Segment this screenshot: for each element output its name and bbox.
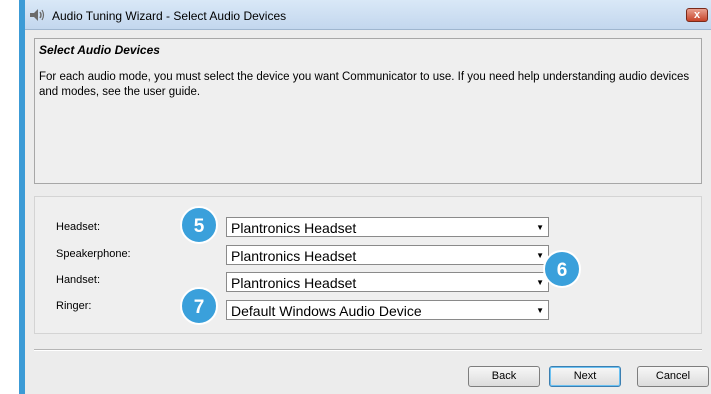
page-title: Select Audio Devices <box>39 43 160 57</box>
close-icon: x <box>693 9 701 21</box>
speakerphone-label: Speakerphone: <box>56 248 131 260</box>
handset-select[interactable]: Plantronics Headset ▼ <box>226 272 549 292</box>
callout-badge-5: 5 <box>180 206 218 244</box>
speakerphone-select[interactable]: Plantronics Headset ▼ <box>226 245 549 265</box>
chevron-down-icon: ▼ <box>536 223 544 232</box>
speakerphone-select-value: Plantronics Headset <box>231 248 357 264</box>
callout-badge-7: 7 <box>180 287 218 325</box>
headset-label: Headset: <box>56 221 101 233</box>
ringer-select[interactable]: Default Windows Audio Device ▼ <box>226 300 549 320</box>
handset-label: Handset: <box>56 274 101 286</box>
audio-tuning-wizard-window: Audio Tuning Wizard - Select Audio Devic… <box>19 0 711 394</box>
handset-select-value: Plantronics Headset <box>231 275 357 291</box>
chevron-down-icon: ▼ <box>536 306 544 315</box>
back-button[interactable]: Back <box>468 366 540 387</box>
audio-devices-panel: Headset: Plantronics Headset ▼ Speakerph… <box>34 196 702 334</box>
title-bar[interactable]: Audio Tuning Wizard - Select Audio Devic… <box>25 0 711 30</box>
ringer-select-value: Default Windows Audio Device <box>231 303 422 319</box>
next-button[interactable]: Next <box>549 366 621 387</box>
divider <box>34 349 702 351</box>
window-title: Audio Tuning Wizard - Select Audio Devic… <box>52 9 287 23</box>
header-panel: Select Audio Devices For each audio mode… <box>34 38 702 184</box>
headset-select-value: Plantronics Headset <box>231 220 357 236</box>
speaker-icon <box>30 9 45 21</box>
close-button[interactable]: x <box>686 8 708 22</box>
ringer-label: Ringer: <box>56 300 92 312</box>
chevron-down-icon: ▼ <box>536 278 544 287</box>
headset-select[interactable]: Plantronics Headset ▼ <box>226 217 549 237</box>
callout-badge-6: 6 <box>543 250 581 288</box>
page-description: For each audio mode, you must select the… <box>39 71 690 98</box>
cancel-button[interactable]: Cancel <box>637 366 709 387</box>
